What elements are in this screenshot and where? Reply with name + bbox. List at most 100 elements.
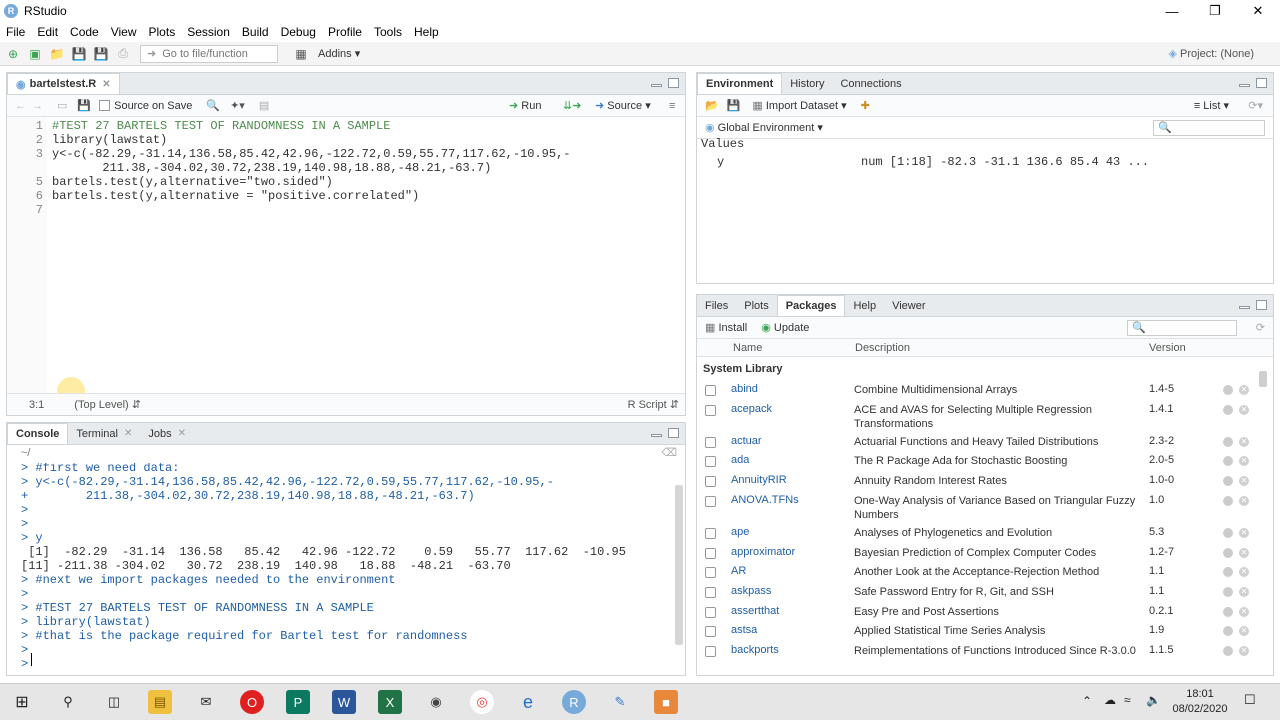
tab-history[interactable]: History xyxy=(782,73,832,94)
save-file-icon[interactable]: 💾 xyxy=(77,99,91,112)
remove-package-icon[interactable]: ✕ xyxy=(1239,586,1249,597)
package-load-checkbox[interactable] xyxy=(705,547,716,559)
tray-network-icon[interactable]: ☁ xyxy=(1104,693,1116,707)
menu-help[interactable]: Help xyxy=(408,25,445,39)
save-all-icon[interactable]: 💾 xyxy=(92,45,110,63)
document-outline-icon[interactable]: ≡ xyxy=(669,100,675,112)
package-load-checkbox[interactable] xyxy=(705,495,716,507)
tab-packages[interactable]: Packages xyxy=(776,295,846,316)
global-env-dropdown[interactable]: ◉ Global Environment ▾ xyxy=(705,121,823,134)
package-name[interactable]: ada xyxy=(731,454,749,466)
close-tab-icon[interactable]: ✕ xyxy=(102,79,110,90)
remove-package-icon[interactable]: ✕ xyxy=(1239,547,1249,558)
package-load-checkbox[interactable] xyxy=(705,586,716,598)
package-name[interactable]: astsa xyxy=(731,624,757,636)
package-name[interactable]: AR xyxy=(731,565,746,577)
find-replace-icon[interactable]: 🔍 xyxy=(206,99,220,112)
menu-debug[interactable]: Debug xyxy=(275,25,322,39)
app-icon[interactable]: ◉ xyxy=(424,690,448,714)
word-icon[interactable]: W xyxy=(332,690,356,714)
rerun-button[interactable]: ⇊➜ xyxy=(563,99,581,112)
package-load-checkbox[interactable] xyxy=(705,527,716,539)
package-name[interactable]: askpass xyxy=(731,585,771,597)
package-name[interactable]: abind xyxy=(731,383,758,395)
print-icon[interactable]: ⎙ xyxy=(114,45,132,63)
package-website-icon[interactable] xyxy=(1223,567,1233,578)
menu-plots[interactable]: Plots xyxy=(143,25,182,39)
open-file-icon[interactable]: 📁 xyxy=(48,45,66,63)
load-workspace-icon[interactable]: 📂 xyxy=(705,99,719,112)
tab-bartelstest[interactable]: ◉ bartelstest.R ✕ xyxy=(7,73,120,94)
new-project-icon[interactable]: ▣ xyxy=(26,45,44,63)
search-icon[interactable]: ⚲ xyxy=(56,690,80,714)
tab-connections[interactable]: Connections xyxy=(832,73,909,94)
menu-profile[interactable]: Profile xyxy=(322,25,368,39)
package-load-checkbox[interactable] xyxy=(705,626,716,638)
minimize-pane-button[interactable] xyxy=(1239,306,1250,309)
tab-terminal[interactable]: Terminal ✕ xyxy=(68,423,140,444)
maximize-pane-button[interactable] xyxy=(668,78,679,88)
package-name[interactable]: ANOVA.TFNs xyxy=(731,494,799,506)
col-name[interactable]: Name xyxy=(733,342,762,354)
package-name[interactable]: acepack xyxy=(731,403,772,415)
tab-environment[interactable]: Environment xyxy=(697,73,783,94)
task-view-icon[interactable]: ◫ xyxy=(102,690,126,714)
env-variable-row[interactable]: y num [1:18] -82.3 -31.1 136.6 85.4 43 .… xyxy=(697,153,1273,171)
package-website-icon[interactable] xyxy=(1223,436,1233,447)
import-dataset-button[interactable]: ▦ Import Dataset ▾ xyxy=(752,99,846,112)
console-scrollbar[interactable] xyxy=(675,485,683,645)
save-icon[interactable]: 💾 xyxy=(70,45,88,63)
minimize-pane-button[interactable] xyxy=(651,84,662,87)
tab-files[interactable]: Files xyxy=(697,295,736,316)
menu-code[interactable]: Code xyxy=(64,25,105,39)
tray-volume-icon[interactable]: 🔈 xyxy=(1146,693,1161,707)
menu-edit[interactable]: Edit xyxy=(31,25,64,39)
notepad-icon[interactable]: ✎ xyxy=(608,690,632,714)
env-search-input[interactable]: 🔍 xyxy=(1153,120,1265,136)
close-jobs-icon[interactable]: ✕ xyxy=(178,428,186,439)
col-version[interactable]: Version xyxy=(1149,342,1186,354)
menu-session[interactable]: Session xyxy=(181,25,236,39)
remove-package-icon[interactable]: ✕ xyxy=(1239,527,1249,538)
file-explorer-icon[interactable]: ▤ xyxy=(148,690,172,714)
package-website-icon[interactable] xyxy=(1223,606,1233,617)
remove-package-icon[interactable]: ✕ xyxy=(1239,476,1249,487)
package-website-icon[interactable] xyxy=(1223,646,1233,656)
close-terminal-icon[interactable]: ✕ xyxy=(124,428,132,439)
package-website-icon[interactable] xyxy=(1223,527,1233,538)
remove-package-icon[interactable]: ✕ xyxy=(1239,495,1249,506)
package-load-checkbox[interactable] xyxy=(705,567,716,579)
col-description[interactable]: Description xyxy=(855,342,910,354)
package-load-checkbox[interactable] xyxy=(705,606,716,618)
notifications-icon[interactable]: ☐ xyxy=(1244,692,1256,708)
opera-icon[interactable]: O xyxy=(240,690,264,714)
package-website-icon[interactable] xyxy=(1223,456,1233,467)
install-button[interactable]: ▦ Install xyxy=(705,321,747,334)
go-to-file-input[interactable]: ➜ Go to file/function xyxy=(140,44,278,63)
maximize-window-button[interactable]: ❐ xyxy=(1193,0,1237,22)
edge-icon[interactable]: e xyxy=(516,690,540,714)
save-workspace-icon[interactable]: 💾 xyxy=(727,99,741,112)
minimize-window-button[interactable]: — xyxy=(1150,0,1194,22)
package-name[interactable]: assertthat xyxy=(731,605,779,617)
list-view-dropdown[interactable]: ≡ List ▾ xyxy=(1194,99,1229,112)
remove-package-icon[interactable]: ✕ xyxy=(1239,567,1249,578)
file-type-dropdown[interactable]: R Script ⇵ xyxy=(628,398,679,411)
package-load-checkbox[interactable] xyxy=(705,456,716,468)
back-arrow-icon[interactable]: ← xyxy=(15,100,26,112)
pkg-scrollbar[interactable] xyxy=(1259,371,1267,387)
tray-wifi-icon[interactable]: ≈ xyxy=(1124,693,1131,707)
console-output[interactable]: > #first we need data: > y<-c(-82.29,-31.… xyxy=(7,463,671,675)
maximize-pane-button[interactable] xyxy=(668,428,679,438)
tab-console[interactable]: Console xyxy=(7,423,69,444)
package-load-checkbox[interactable] xyxy=(705,646,716,657)
tab-jobs[interactable]: Jobs ✕ xyxy=(140,423,194,444)
tab-plots[interactable]: Plots xyxy=(736,295,776,316)
package-name[interactable]: AnnuityRIR xyxy=(731,474,787,486)
remove-package-icon[interactable]: ✕ xyxy=(1239,646,1249,656)
close-window-button[interactable]: ✕ xyxy=(1236,0,1280,22)
clear-workspace-icon[interactable]: ✚ xyxy=(861,99,870,112)
menu-tools[interactable]: Tools xyxy=(368,25,408,39)
package-load-checkbox[interactable] xyxy=(705,436,716,448)
package-website-icon[interactable] xyxy=(1223,547,1233,558)
